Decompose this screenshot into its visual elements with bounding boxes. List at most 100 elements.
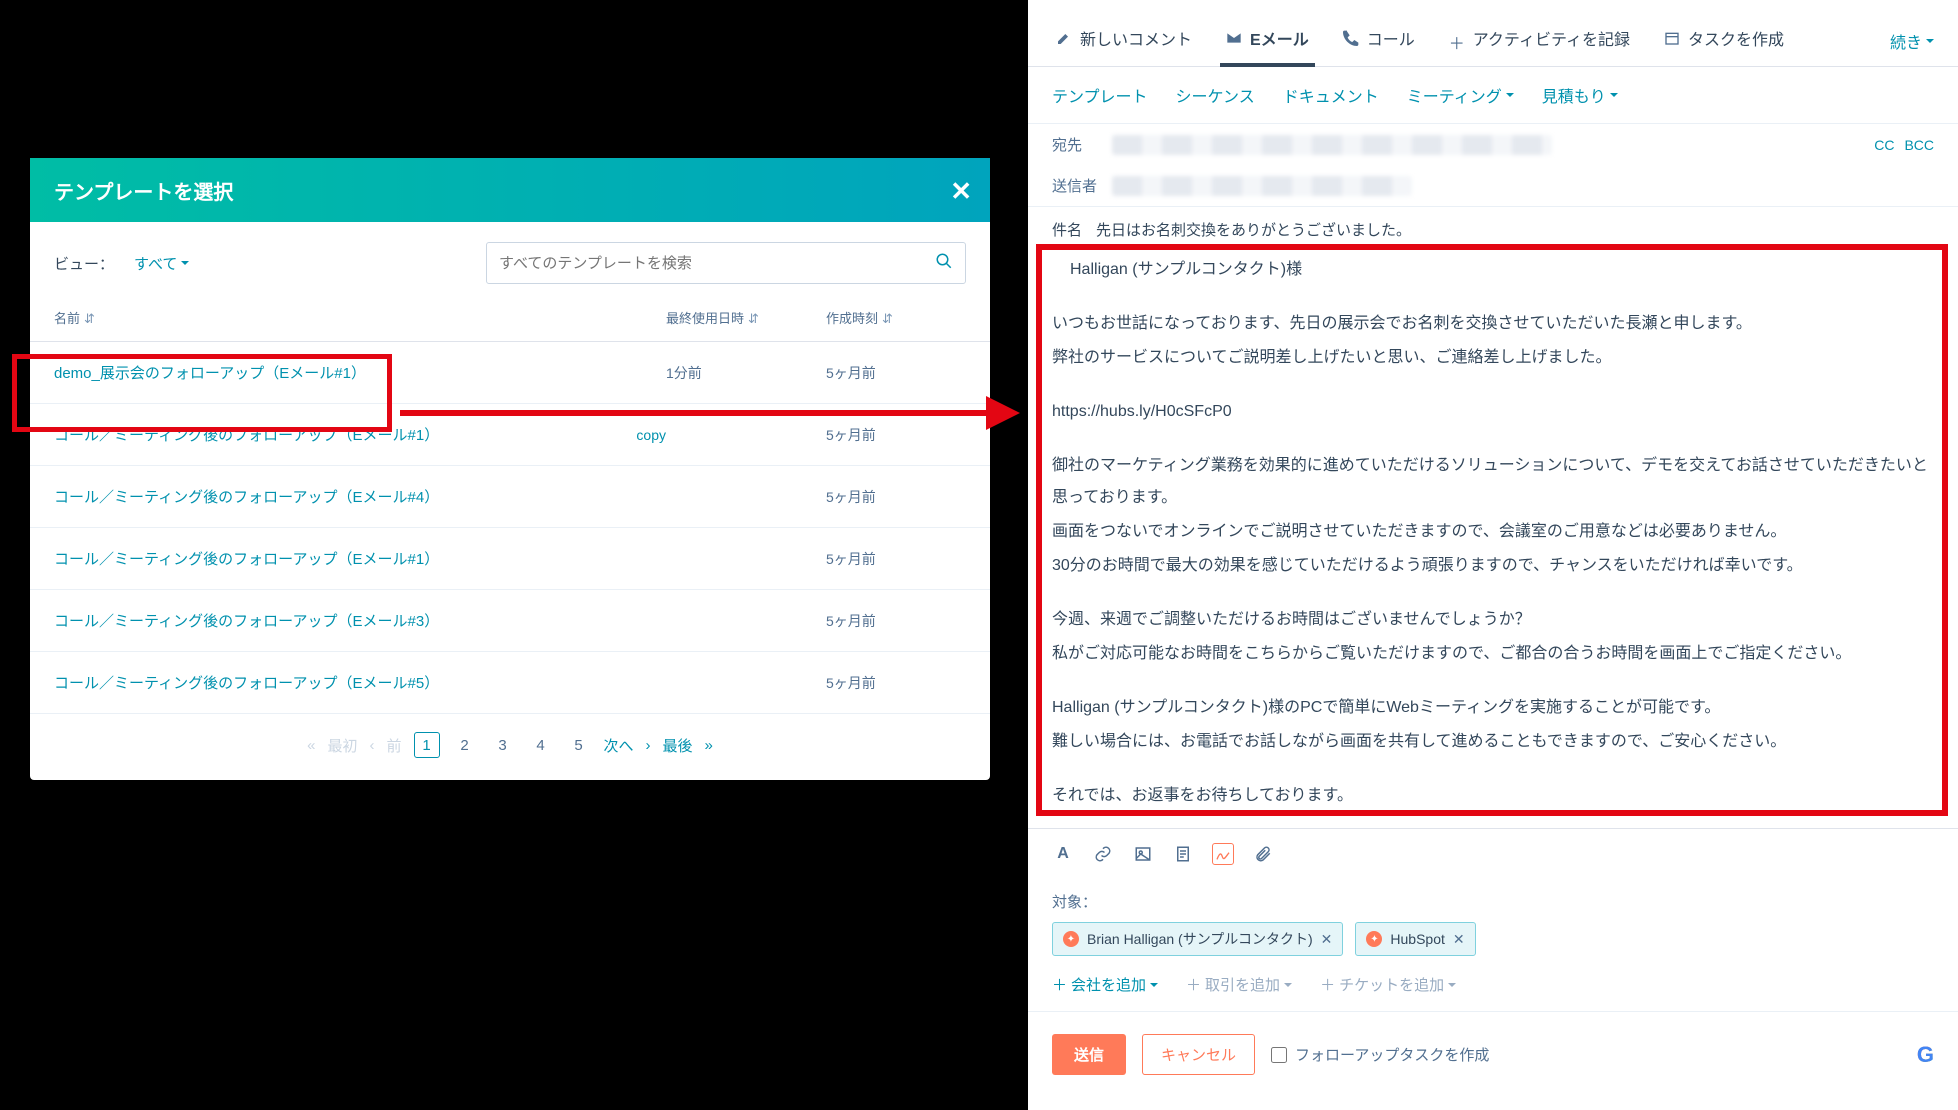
template-modal: テンプレートを選択 ✕ ビュー： すべて 名前⇵ 最終使用日時⇵ 作成時刻⇵ d…	[30, 158, 990, 780]
pager-first-chevron: «	[307, 737, 315, 754]
tab-call[interactable]: コール	[1339, 16, 1419, 66]
created-at: 5ヶ月前	[826, 363, 966, 383]
pager-page-4[interactable]: 4	[528, 732, 554, 758]
pager-first: 最初	[327, 735, 357, 756]
created-at: 5ヶ月前	[826, 673, 966, 693]
sort-icon: ⇵	[882, 311, 893, 327]
email-body[interactable]: Halligan (サンプルコンタクト)様 いつもお世話になっております、先日の…	[1028, 250, 1958, 828]
template-name[interactable]: コール／ミーティング後のフォローアップ（Eメール#5）	[54, 672, 666, 693]
pager-last[interactable]: 最後	[663, 735, 693, 756]
chip-label: HubSpot	[1390, 931, 1444, 947]
add-company[interactable]: ＋ 会社を追加	[1052, 974, 1158, 995]
subnav-meeting[interactable]: ミーティング	[1407, 83, 1514, 107]
add-deal[interactable]: ＋ 取引を追加	[1186, 974, 1292, 995]
attachment-icon[interactable]	[1252, 843, 1274, 865]
link-icon[interactable]	[1092, 843, 1114, 865]
followup-label: フォローアップタスクを作成	[1295, 1044, 1489, 1065]
created-at: 5ヶ月前	[826, 549, 966, 569]
hubspot-icon: ✦	[1366, 931, 1382, 947]
table-header: 名前⇵ 最終使用日時⇵ 作成時刻⇵	[30, 294, 990, 342]
tab-comment[interactable]: 新しいコメント	[1052, 16, 1196, 66]
followup-checkbox-input[interactable]	[1271, 1047, 1287, 1063]
editor-toolbar: A	[1028, 828, 1958, 879]
body-line: 難しい場合には、お電話でお話しながら画面を共有して進めることもできますので、ご安…	[1052, 726, 1934, 758]
subnav-document[interactable]: ドキュメント	[1283, 83, 1379, 107]
pager-page-1[interactable]: 1	[414, 732, 440, 758]
pager-prev: 前	[386, 735, 401, 756]
col-name[interactable]: 名前⇵	[54, 308, 666, 327]
view-dropdown[interactable]: すべて	[134, 253, 189, 274]
view-label: ビュー：	[54, 253, 114, 274]
search-icon[interactable]	[935, 252, 953, 275]
compose-panel: 新しいコメント Eメール コール ＋アクティビティを記録 タスクを作成 続き テ…	[1028, 0, 1958, 1110]
table-row[interactable]: コール／ミーティング後のフォローアップ（Eメール#4） 5ヶ月前	[30, 466, 990, 528]
signature-icon[interactable]	[1212, 843, 1234, 865]
plus-icon: ＋	[1449, 30, 1465, 46]
template-name[interactable]: コール／ミーティング後のフォローアップ（Eメール#3）	[54, 610, 666, 631]
template-name[interactable]: demo_展示会のフォローアップ（Eメール#1）	[54, 362, 666, 383]
to-row: 宛先 CC BCC	[1028, 123, 1958, 165]
cancel-button[interactable]: キャンセル	[1142, 1034, 1255, 1075]
phone-icon	[1343, 30, 1359, 46]
col-last-used[interactable]: 最終使用日時⇵	[666, 308, 826, 327]
left-region: テンプレートを選択 ✕ ビュー： すべて 名前⇵ 最終使用日時⇵ 作成時刻⇵ d…	[0, 0, 1020, 870]
cc-link[interactable]: CC	[1874, 137, 1894, 153]
created-at: 5ヶ月前	[826, 487, 966, 507]
font-icon[interactable]: A	[1052, 843, 1074, 865]
tab-task[interactable]: タスクを作成	[1660, 16, 1788, 66]
table-row[interactable]: コール／ミーティング後のフォローアップ（Eメール#1） 5ヶ月前	[30, 528, 990, 590]
pager-next[interactable]: 次へ	[604, 735, 634, 756]
to-value-redacted[interactable]	[1112, 135, 1552, 155]
created-at: 5ヶ月前	[826, 611, 966, 631]
search-input[interactable]	[499, 255, 935, 272]
calendar-icon	[1664, 30, 1680, 46]
subnav-quote[interactable]: 見積もり	[1542, 83, 1618, 107]
send-button[interactable]: 送信	[1052, 1034, 1126, 1075]
subnav-sequence[interactable]: シーケンス	[1176, 83, 1255, 107]
chip-contact[interactable]: ✦Brian Halligan (サンプルコンタクト)✕	[1052, 922, 1343, 956]
body-url: https://hubs.ly/H0cSFcP0	[1052, 396, 1934, 428]
body-line: いつもお世話になっております、先日の展示会でお名刺を交換させていただいた長瀬と申…	[1052, 308, 1934, 340]
template-name[interactable]: コール／ミーティング後のフォローアップ（Eメール#4）	[54, 486, 666, 507]
body-line: 私がご対応可能なお時間をこちらからご覧いただけますので、ご都合の合うお時間を画面…	[1052, 638, 1934, 670]
compose-subnav: テンプレート シーケンス ドキュメント ミーティング 見積もり	[1028, 67, 1958, 123]
activity-tabs: 新しいコメント Eメール コール ＋アクティビティを記録 タスクを作成 続き	[1028, 0, 1958, 67]
add-ticket[interactable]: ＋ チケットを追加	[1320, 974, 1456, 995]
email-icon	[1226, 30, 1242, 46]
table-row[interactable]: コール／ミーティング後のフォローアップ（Eメール#5） 5ヶ月前	[30, 652, 990, 714]
annotation-arrow	[400, 396, 1020, 430]
document-icon[interactable]	[1172, 843, 1194, 865]
pager-page-3[interactable]: 3	[490, 732, 516, 758]
modal-title: テンプレートを選択 ✕	[30, 158, 990, 222]
remove-icon[interactable]: ✕	[1321, 931, 1333, 948]
body-line: 画面をつないでオンラインでご説明させていただきますので、会議室のご用意などは必要…	[1052, 516, 1934, 548]
pager-page-2[interactable]: 2	[452, 732, 478, 758]
pager-last-chevron[interactable]: »	[705, 737, 713, 754]
remove-icon[interactable]: ✕	[1453, 931, 1465, 948]
subject-text[interactable]: 先日はお名刺交換をありがとうございました。	[1096, 219, 1411, 240]
chip-company[interactable]: ✦ HubSpot ✕	[1355, 922, 1475, 956]
tab-activity[interactable]: ＋アクティビティを記録	[1445, 16, 1634, 66]
search-input-wrap[interactable]	[486, 242, 966, 284]
pager-page-5[interactable]: 5	[566, 732, 592, 758]
subnav-template[interactable]: テンプレート	[1052, 83, 1148, 107]
bcc-link[interactable]: BCC	[1904, 137, 1934, 153]
greeting: Halligan (サンプルコンタクト)様	[1070, 254, 1934, 286]
associations: 対象： ✦Brian Halligan (サンプルコンタクト)✕ ✦HubSpo…	[1028, 879, 1958, 960]
table-row[interactable]: コール／ミーティング後のフォローアップ（Eメール#3） 5ヶ月前	[30, 590, 990, 652]
table-row[interactable]: demo_展示会のフォローアップ（Eメール#1）1分前5ヶ月前	[30, 342, 990, 404]
followup-checkbox[interactable]: フォローアップタスクを作成	[1271, 1044, 1489, 1065]
tab-email[interactable]: Eメール	[1222, 16, 1313, 66]
image-icon[interactable]	[1132, 843, 1154, 865]
template-name[interactable]: コール／ミーティング後のフォローアップ（Eメール#1）	[54, 548, 666, 569]
pager-prev-chevron: ‹	[369, 737, 374, 754]
from-row: 送信者	[1028, 165, 1958, 206]
google-icon: G	[1917, 1042, 1934, 1068]
tabs-more[interactable]: 続き	[1890, 29, 1934, 53]
col-created[interactable]: 作成時刻⇵	[826, 308, 966, 327]
close-icon[interactable]: ✕	[950, 176, 972, 207]
pager-next-chevron[interactable]: ›	[646, 737, 651, 754]
chip-label: Brian Halligan (サンプルコンタクト)	[1087, 929, 1313, 949]
from-value-redacted[interactable]	[1112, 176, 1412, 196]
assoc-chips: ✦ Brian Halligan (サンプルコンタクト) ✕ ✦ HubSpot ✕	[1052, 922, 1934, 956]
